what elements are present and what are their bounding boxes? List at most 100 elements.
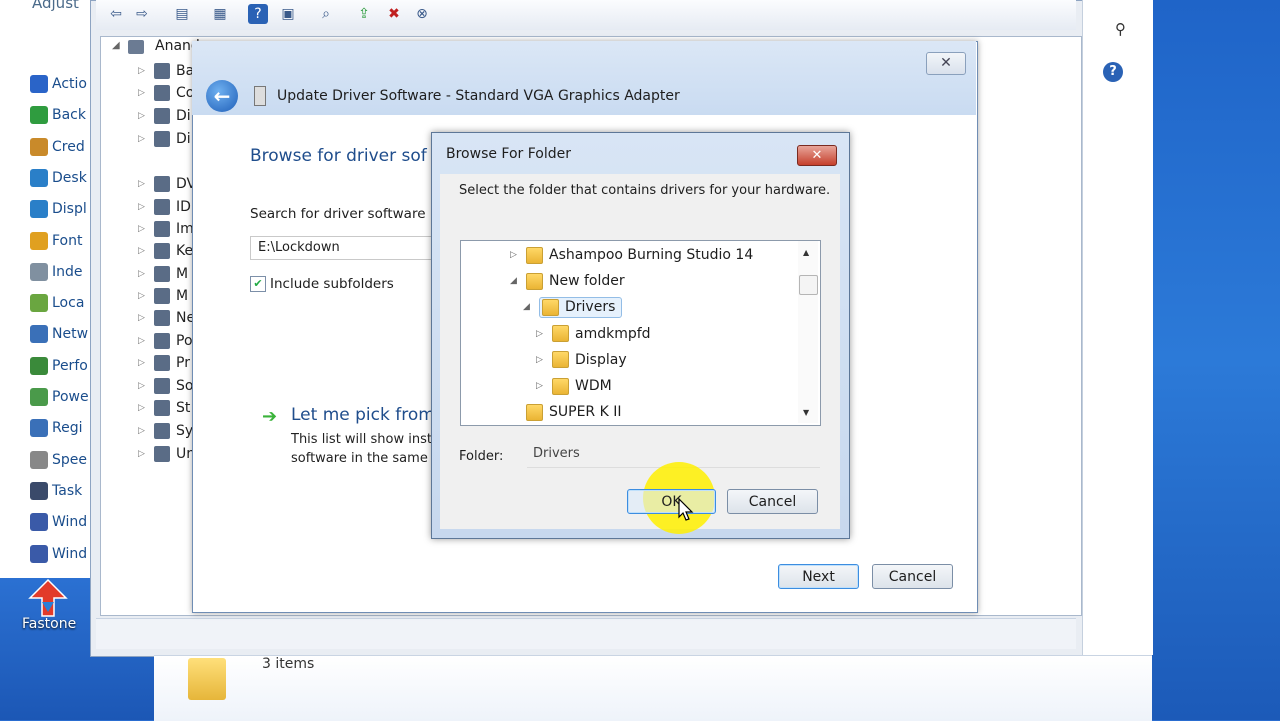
control-panel-item[interactable]: Spee (30, 449, 87, 471)
control-panel-item[interactable]: Task (30, 480, 82, 502)
tree-expand-icon[interactable]: ▷ (138, 224, 148, 234)
folder-tree-scrollbar[interactable] (798, 241, 818, 423)
control-panel-item[interactable]: Cred (30, 136, 85, 158)
tree-expand-icon[interactable]: ▷ (138, 403, 148, 413)
folder-tree-item[interactable]: ▷ Ashampoo Burning Studio 14 (510, 243, 753, 267)
help-circle-icon[interactable]: ? (1103, 62, 1123, 82)
device-category-row[interactable]: ▷ Ba (138, 60, 194, 82)
folder-node[interactable]: Ashampoo Burning Studio 14 (526, 246, 753, 264)
scroll-down-icon[interactable]: ▼ (803, 408, 809, 417)
forward-arrow-icon[interactable]: ⇨ (132, 4, 152, 24)
folder-tree-item[interactable]: ▷ Display (536, 348, 627, 372)
tree-expand-icon[interactable]: ▷ (138, 202, 148, 212)
search-icon[interactable]: ⚲ (1115, 20, 1126, 38)
tree-expand-icon[interactable]: ▷ (138, 449, 148, 459)
disable-icon[interactable]: ⊗ (412, 4, 432, 24)
ok-button[interactable]: OK (627, 489, 716, 514)
folder-tree-item[interactable]: ◢ Drivers (523, 295, 623, 319)
tree-expand-icon[interactable]: ▷ (138, 111, 148, 121)
control-panel-item[interactable]: Font (30, 230, 82, 252)
device-category-row[interactable]: ▷ So (138, 375, 193, 397)
control-panel-item[interactable]: Actio (30, 73, 87, 95)
folder-node[interactable]: amdkmpfd (552, 325, 651, 343)
control-panel-item[interactable]: Netw (30, 323, 88, 345)
tree-expand-icon[interactable]: ▷ (138, 291, 148, 301)
tree-expand-icon[interactable]: ▷ (138, 134, 148, 144)
tree-expand-icon[interactable]: ▷ (138, 66, 148, 76)
control-panel-item[interactable]: Desk (30, 167, 87, 189)
folder-tree-item[interactable]: ▷ amdkmpfd (536, 322, 651, 346)
control-panel-item[interactable]: Back (30, 104, 86, 126)
device-category-row[interactable]: ▷ Sy (138, 420, 193, 442)
tree-expand-icon[interactable]: ▷ (138, 246, 148, 256)
tree-expand-icon[interactable]: ◢ (112, 40, 120, 51)
console-tree-icon[interactable]: ▤ (172, 4, 192, 24)
tree-expand-icon[interactable]: ▷ (138, 358, 148, 368)
device-category-row[interactable]: ▷ Ur (138, 443, 192, 465)
device-category-row[interactable]: ▷ Ke (138, 240, 193, 262)
control-panel-item[interactable]: Wind (30, 543, 87, 565)
tree-expand-icon[interactable]: ▷ (138, 426, 148, 436)
control-panel-item[interactable]: Regi (30, 417, 83, 439)
back-button[interactable]: ← (206, 80, 238, 112)
device-category-row[interactable]: ▷ Im (138, 218, 194, 240)
folder-expand-icon[interactable]: ▷ (510, 250, 520, 260)
browse-cancel-button[interactable]: Cancel (727, 489, 818, 514)
folder-node[interactable]: WDM (552, 377, 612, 395)
fastone-label[interactable]: Fastone (22, 616, 76, 632)
device-category-row[interactable]: ▷ Po (138, 330, 193, 352)
device-category-row[interactable]: ▷ DV (138, 173, 196, 195)
tree-expand-icon[interactable]: ▷ (138, 313, 148, 323)
device-category-row[interactable]: ▷ St (138, 397, 190, 419)
folder-expand-icon[interactable]: ▷ (536, 381, 546, 391)
back-arrow-icon[interactable]: ⇦ (106, 4, 126, 24)
folder-node[interactable]: SUPER K II (526, 403, 622, 421)
close-button[interactable]: ✕ (926, 52, 966, 75)
control-panel-item[interactable]: Wind (30, 511, 87, 533)
search-path-input[interactable]: E:\Lockdown (250, 236, 440, 260)
cancel-button[interactable]: Cancel (872, 564, 953, 589)
control-panel-item[interactable]: Displ (30, 198, 87, 220)
folder-expand-icon[interactable]: ▷ (536, 329, 546, 339)
tree-expand-icon[interactable]: ▷ (138, 381, 148, 391)
pick-driver-link[interactable]: Let me pick from (291, 405, 435, 425)
folder-node[interactable]: Display (552, 351, 627, 369)
help-icon[interactable]: ? (248, 4, 268, 24)
folder-tree-item[interactable]: ▷ WDM (536, 374, 612, 398)
device-category-row[interactable]: ▷ Co (138, 82, 194, 104)
properties-icon[interactable]: ▦ (210, 4, 230, 24)
action-pane-icon[interactable]: ▣ (278, 4, 298, 24)
include-subfolders-label[interactable]: Include subfolders (270, 276, 394, 292)
uninstall-icon[interactable]: ✖ (384, 4, 404, 24)
selected-folder[interactable]: Drivers (539, 296, 623, 318)
browse-folder-close-button[interactable]: ✕ (797, 145, 837, 166)
folder-node[interactable]: New folder (526, 272, 625, 290)
control-panel-item[interactable]: Powe (30, 386, 89, 408)
device-category-row[interactable]: ▷ M (138, 285, 188, 307)
control-panel-item[interactable]: Perfo (30, 355, 88, 377)
device-category-row[interactable]: ▷ M (138, 263, 188, 285)
tree-expand-icon[interactable]: ▷ (138, 88, 148, 98)
device-category-row[interactable]: ▷ Pr (138, 352, 190, 374)
control-panel-item[interactable]: Loca (30, 292, 84, 314)
tree-expand-icon[interactable]: ▷ (138, 336, 148, 346)
control-panel-item[interactable]: Inde (30, 261, 83, 283)
device-category-row[interactable]: ▷ Di (138, 105, 191, 127)
device-category-row[interactable]: ▷ Di (138, 128, 191, 150)
next-button[interactable]: Next (778, 564, 859, 589)
tree-expand-icon[interactable]: ▷ (138, 269, 148, 279)
folder-expand-icon[interactable]: ◢ (510, 276, 520, 286)
device-category-row[interactable]: ▷ Ne (138, 307, 195, 329)
include-subfolders-checkbox[interactable]: ✔ (250, 276, 266, 292)
tree-expand-icon[interactable]: ▷ (138, 179, 148, 189)
folder-tree-item[interactable]: ◢ New folder (510, 269, 625, 293)
fastone-icon[interactable] (28, 578, 68, 618)
scroll-up-icon[interactable]: ▲ (803, 248, 809, 257)
update-driver-icon[interactable]: ⇪ (354, 4, 374, 24)
scrollbar-thumb[interactable] (799, 275, 818, 295)
scan-hardware-icon[interactable]: ⌕ (316, 4, 336, 24)
folder-tree-item[interactable]: SUPER K II (510, 400, 622, 424)
device-category-row[interactable]: ▷ ID (138, 196, 191, 218)
folder-expand-icon[interactable]: ◢ (523, 302, 533, 312)
folder-expand-icon[interactable]: ▷ (536, 355, 546, 365)
